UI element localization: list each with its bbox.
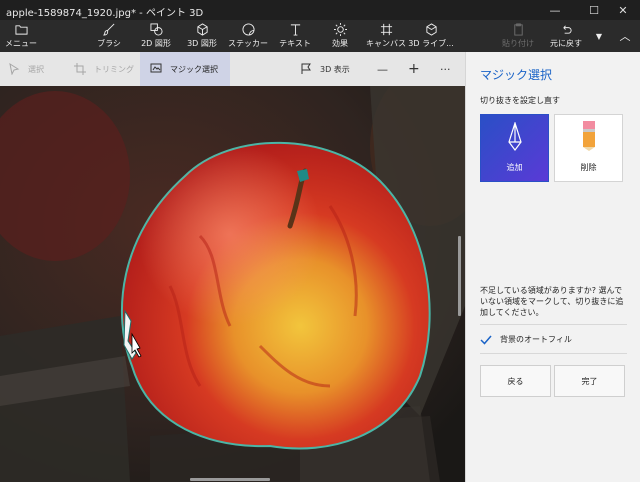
sun-icon [333,23,347,36]
library-3d-label: 3D ライブ... [408,39,454,48]
effects-label: 効果 [332,39,348,48]
shapes-2d-icon [149,23,163,36]
undo-label: 元に戻す [550,39,582,48]
divider [480,353,627,354]
collapse-ribbon-button[interactable]: ︿ [614,20,636,52]
select-label: 選択 [28,64,44,74]
brush-icon [102,23,114,36]
brush-label: ブラシ [97,39,121,48]
pen-icon [507,122,522,151]
minimize-icon: — [549,3,561,17]
effects-button[interactable]: 効果 [326,20,354,52]
remove-label: 削除 [580,163,597,172]
autofill-label: 背景のオートフィル [500,335,572,344]
crop-button[interactable]: トリミング [74,52,134,86]
paste-button[interactable]: 貼り付け [500,20,536,52]
brush-button[interactable]: ブラシ [94,20,124,52]
undo-button[interactable]: 元に戻す [546,20,586,52]
magic-select-panel: マジック選択 切り抜きを設定し直す 追加 削除 不足している領域がありますか? … [465,52,640,482]
add-button[interactable]: 追加 [480,114,549,182]
view-3d-label: 3D 表示 [320,64,350,74]
panel-title: マジック選択 [480,68,553,82]
hint-text: 不足している領域がありますか? 選んでいない領域をマークして、切り抜きに追加して… [480,286,624,317]
ribbon: メニュー ブラシ 2D 図形 3D 図形 ステッカー テキスト 効果 キャンバス… [0,20,640,52]
cube-icon [196,23,208,36]
divider [480,324,627,325]
text-label: テキスト [279,39,311,48]
zoom-in-button[interactable]: + [408,52,420,86]
chevron-down-icon: ▼ [595,31,603,41]
text-button[interactable]: テキスト [278,20,312,52]
canvas-button[interactable]: キャンバス [366,20,406,52]
flag-icon [301,63,311,74]
magic-select-icon [150,63,162,73]
crop-label: トリミング [94,64,134,74]
paste-label: 貼り付け [502,39,534,48]
select-button[interactable]: 選択 [8,52,44,86]
sticker-icon [241,23,255,36]
magic-select-label: マジック選択 [170,64,218,74]
window-title: apple-1589874_1920.jpg* - ペイント 3D [6,8,204,19]
shapes-3d-label: 3D 図形 [187,39,217,48]
cursor-icon [9,63,20,75]
plus-icon: + [408,61,420,77]
close-button[interactable]: ✕ [606,0,640,20]
text-icon [290,24,300,36]
magic-select-button[interactable]: マジック選択 [140,52,230,86]
panel-subtitle: 切り抜きを設定し直す [480,96,560,105]
paste-icon [513,23,523,36]
done-button[interactable]: 完了 [554,365,625,397]
history-dropdown[interactable]: ▼ [592,20,606,52]
library-3d-button[interactable]: 3D ライブ... [408,20,454,52]
canvas-label: キャンバス [366,39,406,48]
minimize-button[interactable]: — [538,0,572,20]
autofill-checkbox[interactable]: 背景のオートフィル [480,334,572,345]
shapes-2d-label: 2D 図形 [141,39,171,48]
zoom-out-button[interactable]: — [377,52,388,86]
maximize-icon: ☐ [589,3,599,17]
canvas-area[interactable] [0,86,465,482]
remove-button[interactable]: 削除 [554,114,623,182]
library-3d-icon [425,23,437,36]
folder-icon [14,25,28,35]
more-options-button[interactable]: ··· [440,52,451,86]
more-icon: ··· [440,62,451,76]
shapes-3d-button[interactable]: 3D 図形 [184,20,220,52]
crop-icon [74,63,86,75]
menu-button[interactable]: メニュー [4,20,38,52]
eraser-icon [582,121,595,151]
stickers-label: ステッカー [228,39,268,48]
canvas-icon [380,23,392,36]
view-3d-button[interactable]: 3D 表示 [300,52,350,86]
back-button[interactable]: 戻る [480,365,551,397]
title-bar: apple-1589874_1920.jpg* - ペイント 3D — ☐ ✕ [0,0,640,20]
chevron-up-icon: ︿ [619,30,631,43]
checkmark-icon [480,335,492,345]
shapes-2d-button[interactable]: 2D 図形 [138,20,174,52]
tool-toolbar: 選択 トリミング マジック選択 3D 表示 — + ··· [0,52,465,87]
canvas-image [0,86,465,482]
undo-icon [562,25,572,34]
stickers-button[interactable]: ステッカー [228,20,268,52]
minus-icon: — [377,62,388,76]
menu-label: メニュー [5,39,37,48]
add-label: 追加 [506,163,523,172]
close-icon: ✕ [618,3,628,17]
